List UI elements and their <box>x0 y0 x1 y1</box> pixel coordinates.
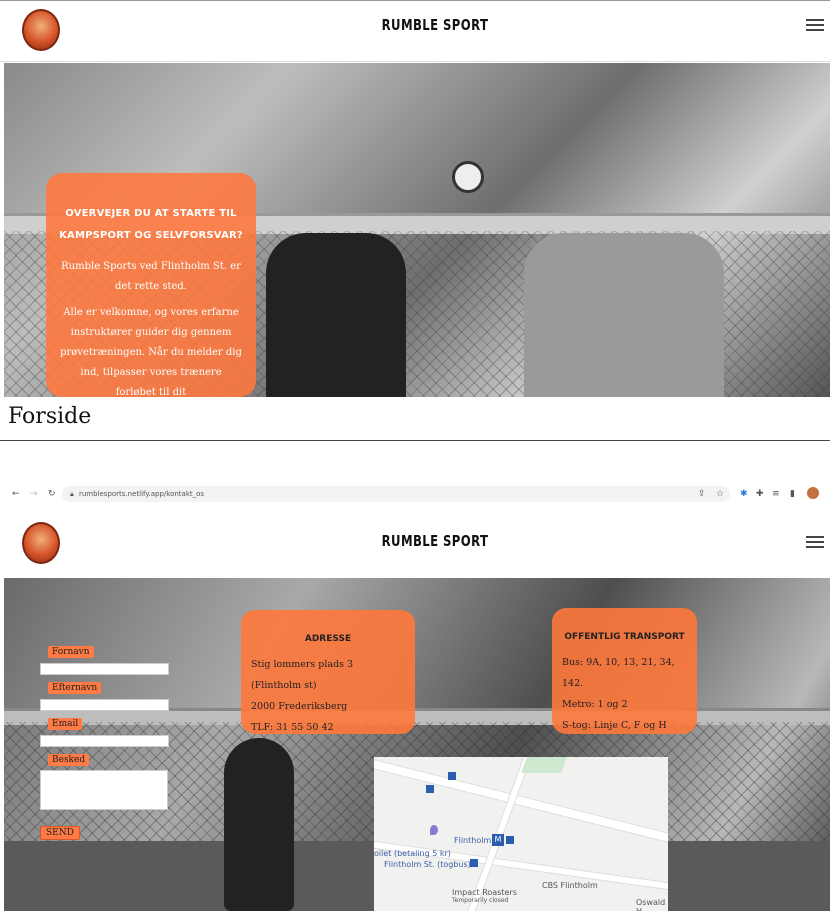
lastname-label: Efternavn <box>48 682 102 694</box>
firstname-input[interactable] <box>40 663 169 675</box>
bus-icon <box>470 859 478 867</box>
map-label-toilet: oilet (betaling 5 kr) <box>374 849 451 858</box>
site-brand[interactable]: RUMBLE SPORT <box>380 16 489 34</box>
address-bar[interactable]: 🔒︎ rumblesports.netlify.app/kontakt_os <box>62 486 730 502</box>
message-textarea[interactable] <box>40 770 168 810</box>
transport-stog: S-tog: Linje C, F og H <box>562 720 667 731</box>
fighter-right <box>524 233 724 397</box>
reload-icon[interactable]: ↻ <box>48 486 56 502</box>
lastname-input[interactable] <box>40 699 169 711</box>
map-park <box>521 757 567 773</box>
train-icon <box>506 836 514 844</box>
address-line-1: Stig lommers plads 3 (Flintholm st) <box>251 659 354 691</box>
transport-bus: Bus: 9A, 10, 13, 21, 34, 142. <box>562 657 675 689</box>
transport-heading: OFFENTLIG TRANSPORT <box>564 632 685 642</box>
hero-card: OVERVEJER DU AT STARTE TIL KAMPSPORT OG … <box>46 173 256 397</box>
puzzle-icon[interactable]: ✚ <box>756 486 764 502</box>
menu-icon-2[interactable] <box>806 533 824 551</box>
map-marker-icon <box>448 772 456 780</box>
share-icon[interactable]: ⇪ <box>698 486 706 502</box>
transport-card: OFFENTLIG TRANSPORT Bus: 9A, 10, 13, 21,… <box>552 608 697 734</box>
site-brand-2[interactable]: RUMBLE SPORT <box>380 532 489 550</box>
map-marker-icon <box>426 785 434 793</box>
hero-card-text-2: Alle er velkomne, og vores erfarne instr… <box>60 307 242 397</box>
send-button[interactable]: SEND <box>40 826 80 840</box>
map-label-impact: Impact Roasters <box>452 888 517 897</box>
playlist-icon[interactable]: ≡ <box>772 486 780 502</box>
hero-card-text-1: Rumble Sports ved Flintholm St. er det r… <box>61 261 241 292</box>
profile-avatar[interactable] <box>807 487 819 499</box>
sidepanel-icon[interactable]: ▮ <box>790 486 795 502</box>
email-input[interactable] <box>40 735 169 747</box>
transport-metro: Metro: 1 og 2 <box>562 699 628 710</box>
fighter-left <box>266 233 406 397</box>
message-label: Besked <box>48 754 90 766</box>
menu-icon[interactable] <box>806 16 824 34</box>
map-label-impact-status: Temporarily closed <box>452 897 509 904</box>
email-label: Email <box>48 718 83 730</box>
firstname-label: Fornavn <box>48 646 94 658</box>
logo-icon-2[interactable] <box>22 522 60 564</box>
map-pin-icon <box>430 825 438 835</box>
map-label-flintholm: Flintholm <box>454 836 492 845</box>
map-label-station: Flintholm St. (togbus) <box>384 860 471 869</box>
map-label-oswald: Oswald H <box>636 898 666 911</box>
map-label-cbs: CBS Flintholm <box>542 881 598 890</box>
bookmark-icon[interactable]: ☆ <box>716 486 724 502</box>
lock-icon: 🔒︎ <box>70 490 74 498</box>
map-embed[interactable]: Flintholm M oilet (betaling 5 kr) Flinth… <box>374 757 668 911</box>
metro-icon: M <box>492 834 504 846</box>
address-card: ADRESSE Stig lommers plads 3 (Flintholm … <box>241 610 415 734</box>
address-line-2: 2000 Frederiksberg <box>251 701 348 712</box>
forward-icon[interactable]: → <box>30 486 38 502</box>
extension-icon[interactable]: ✱ <box>740 486 748 502</box>
page-caption: Forside <box>8 404 92 429</box>
fighter-contact <box>224 738 294 911</box>
url-text: rumblesports.netlify.app/kontakt_os <box>78 490 205 498</box>
logo-icon[interactable] <box>22 9 60 51</box>
section-divider <box>0 440 830 441</box>
address-phone: TLF: 31 55 50 42 <box>251 722 334 733</box>
back-icon[interactable]: ← <box>12 486 20 502</box>
address-heading: ADRESSE <box>304 634 352 644</box>
hero-card-heading: OVERVEJER DU AT STARTE TIL KAMPSPORT OG … <box>59 208 243 241</box>
clock-icon <box>452 161 484 193</box>
